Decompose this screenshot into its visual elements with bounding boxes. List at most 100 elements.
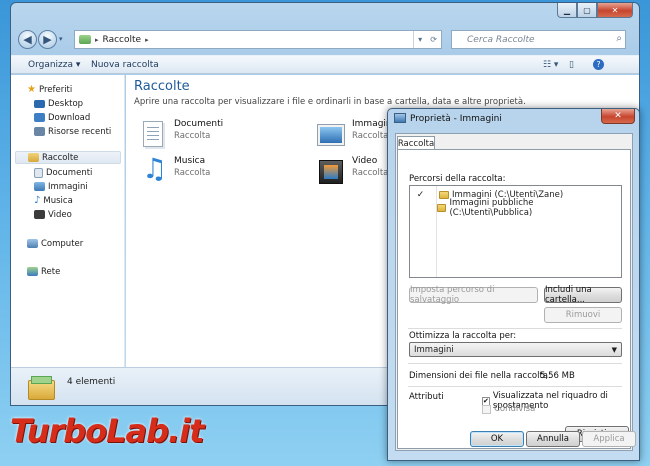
video-library-icon (316, 156, 346, 186)
nav-label: Rete (41, 266, 61, 277)
forward-arrow-icon: ▶ (43, 33, 52, 46)
library-type: Raccolta (174, 168, 211, 178)
locations-list[interactable]: ✓ Immagini (C:\Utenti\Zane) Immagini pub… (409, 185, 622, 278)
pictures-library-icon (316, 119, 346, 149)
library-documents[interactable]: Documenti Raccolta (138, 119, 223, 149)
breadcrumb-chevron-icon: ▸ (95, 35, 99, 44)
search-icon: ⌕ (616, 33, 622, 44)
nav-item-pictures[interactable]: Immagini (34, 180, 88, 193)
item-count: 4 elementi (67, 377, 116, 387)
tab-panel: Percorsi della raccolta: ✓ Immagini (C:\… (397, 149, 631, 449)
nav-item-desktop[interactable]: Desktop (34, 97, 83, 110)
nav-item-video[interactable]: Video (34, 208, 72, 221)
location-path: Immagini pubbliche (C:\Utenti\Pubblica) (449, 197, 534, 218)
content-title: Raccolte (134, 79, 190, 94)
nav-item-recent[interactable]: Risorse recenti (34, 125, 111, 138)
pictures-library-icon (394, 113, 406, 123)
optimize-select[interactable]: Immagini ▼ (409, 342, 622, 357)
nav-label: Preferiti (38, 84, 73, 95)
organize-button[interactable]: Organizza ▾ (28, 60, 80, 70)
nav-label: Documenti (46, 167, 93, 178)
nav-label: Raccolte (42, 152, 79, 163)
caption-buttons: ▁ ▢ ✕ (557, 3, 633, 18)
recent-places-icon (34, 127, 45, 136)
include-folder-button[interactable]: Includi una cartella... (544, 285, 622, 305)
back-button[interactable]: ◀ (18, 30, 37, 49)
network-icon (27, 267, 38, 276)
remove-button[interactable]: Rimuovi (544, 307, 622, 323)
library-name: Video (352, 156, 378, 166)
locations-label: Percorsi della raccolta: (409, 174, 506, 184)
dialog-close-button[interactable]: ✕ (601, 109, 635, 124)
nav-network[interactable]: Rete (27, 265, 60, 278)
library-name: Musica (174, 156, 206, 166)
new-library-button[interactable]: Nuova raccolta (91, 60, 159, 70)
libraries-large-icon (28, 374, 55, 401)
documents-library-icon (138, 119, 168, 149)
desktop-icon (34, 99, 45, 108)
view-options-icon[interactable]: ☷ ▾ (543, 60, 558, 70)
cancel-button[interactable]: Annulla (526, 431, 580, 447)
apply-button[interactable]: Applica (582, 431, 636, 447)
recent-pages-chevron-icon[interactable]: ▾ (59, 35, 63, 43)
video-icon (34, 210, 45, 219)
library-video[interactable]: Video Raccolta (316, 156, 388, 186)
close-button[interactable]: ✕ (597, 3, 633, 18)
address-actions: ▾ ⟳ (413, 31, 441, 48)
library-pictures[interactable]: Immagini Raccolta (316, 119, 394, 149)
music-icon: ♪ (34, 195, 41, 206)
ok-button[interactable]: OK (470, 431, 524, 447)
libraries-icon (28, 153, 39, 162)
maximize-button[interactable]: ▢ (577, 3, 597, 18)
command-bar: Organizza ▾ Nuova raccolta ☷ ▾ ▯ ? (11, 55, 639, 74)
nav-favorites[interactable]: ★ Preferiti (27, 83, 72, 96)
nav-label: Risorse recenti (48, 126, 112, 137)
optimize-label: Ottimizza la raccolta per: (409, 331, 517, 341)
nav-label: Computer (41, 238, 84, 249)
dropdown-icon[interactable]: ▾ (418, 35, 422, 44)
minimize-button[interactable]: ▁ (557, 3, 577, 18)
turbolab-watermark: TurboLab.it (10, 412, 204, 450)
separator (408, 386, 622, 387)
download-icon (34, 113, 45, 122)
pictures-icon (34, 182, 45, 191)
set-save-location-button[interactable]: Imposta percorso di salvataggio (409, 285, 538, 305)
breadcrumb[interactable]: Raccolte (103, 35, 142, 45)
nav-label: Musica (43, 195, 73, 206)
nav-libraries[interactable]: Raccolte (15, 151, 121, 164)
dialog-title: Proprietà - Immagini (410, 114, 502, 124)
breadcrumb-chevron-icon[interactable]: ▸ (145, 36, 149, 44)
refresh-icon[interactable]: ⟳ (430, 35, 437, 44)
nav-label: Video (48, 209, 72, 220)
separator (408, 363, 622, 364)
search-placeholder: Cerca Raccolte (467, 34, 535, 45)
default-save-check: ✓ (416, 189, 425, 200)
separator (408, 328, 622, 329)
nav-computer[interactable]: Computer (27, 237, 83, 250)
optimize-selected-value: Immagini (414, 344, 454, 355)
shared-checkbox[interactable]: Condivisa (482, 404, 535, 414)
preview-pane-icon[interactable]: ▯ (569, 60, 574, 70)
library-type: Raccolta (174, 131, 211, 141)
size-label: Dimensioni dei file nella raccolta: (409, 371, 551, 381)
location-row[interactable]: Immagini pubbliche (C:\Utenti\Pubblica) (411, 198, 607, 218)
size-value: 5,56 MB (540, 371, 575, 381)
navigation-pane: ★ Preferiti Desktop Download Risorse rec… (11, 75, 125, 367)
library-music[interactable]: ♫ Musica Raccolta (138, 154, 211, 186)
computer-icon (27, 239, 38, 248)
search-input[interactable]: Cerca Raccolte ⌕ (451, 30, 626, 49)
nav-item-documents[interactable]: Documenti (34, 166, 92, 179)
help-icon[interactable]: ? (593, 59, 604, 70)
nav-item-music[interactable]: ♪ Musica (34, 194, 73, 207)
nav-label: Immagini (48, 181, 88, 192)
forward-button[interactable]: ▶ (38, 30, 57, 49)
nav-label: Download (48, 112, 91, 123)
folder-icon (439, 190, 449, 199)
folder-icon (437, 203, 447, 212)
content-subtitle: Aprire una raccolta per visualizzare i f… (134, 97, 526, 107)
nav-item-download[interactable]: Download (34, 111, 90, 124)
documents-icon (34, 167, 43, 178)
dialog-body: Raccolta Percorsi della raccolta: ✓ Imma… (395, 133, 633, 451)
tab-library[interactable]: Raccolta (397, 136, 435, 150)
address-bar[interactable]: ▸ Raccolte ▸ ▾ ⟳ (74, 30, 442, 49)
